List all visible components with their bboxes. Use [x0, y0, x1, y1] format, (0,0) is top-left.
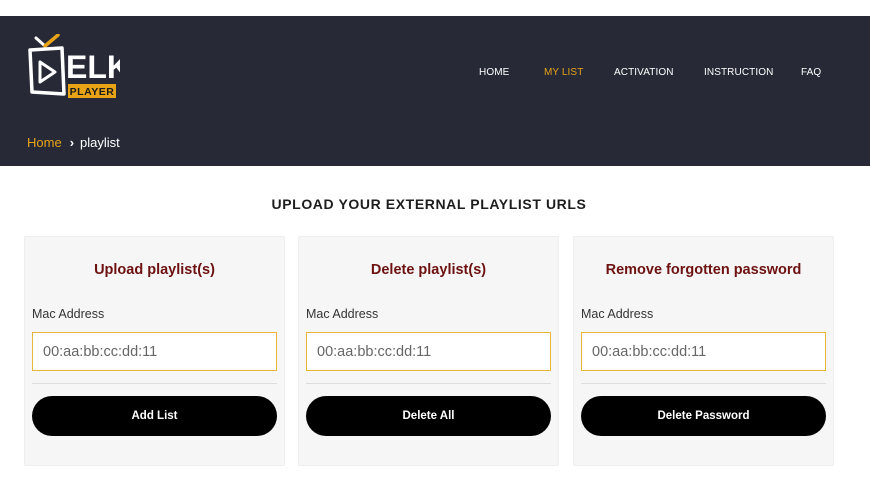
- mac-address-input[interactable]: [32, 332, 277, 371]
- nav-item-activation[interactable]: ACTIVATION: [614, 67, 674, 78]
- divider: [306, 383, 551, 384]
- remove-password-card: Remove forgotten password Mac Address De…: [573, 236, 834, 466]
- add-list-button[interactable]: Add List: [32, 396, 277, 436]
- divider: [581, 383, 826, 384]
- site-header: ELK PLAYER HOME MY LIST ACTIVATION INSTR…: [0, 16, 870, 166]
- delete-playlist-card: Delete playlist(s) Mac Address Delete Al…: [298, 236, 559, 466]
- mac-address-label: Mac Address: [32, 307, 105, 321]
- delete-password-button[interactable]: Delete Password: [581, 396, 826, 436]
- chevron-right-icon: ›: [69, 135, 75, 150]
- nav-item-faq[interactable]: FAQ: [801, 67, 821, 78]
- upload-playlist-card: Upload playlist(s) Mac Address Add List: [24, 236, 285, 466]
- card-title: Remove forgotten password: [605, 262, 802, 278]
- breadcrumb: Home › playlist: [27, 135, 120, 150]
- logo-badge-text: PLAYER: [70, 86, 115, 98]
- mac-address-input[interactable]: [581, 332, 826, 371]
- divider: [32, 383, 277, 384]
- main-nav: HOME MY LIST ACTIVATION INSTRUCTION FAQ: [0, 67, 870, 81]
- card-title: Upload playlist(s): [94, 262, 215, 278]
- nav-item-my-list[interactable]: MY LIST: [544, 67, 583, 78]
- section-title: UPLOAD YOUR EXTERNAL PLAYLIST URLS: [271, 196, 587, 212]
- mac-address-label: Mac Address: [306, 307, 379, 321]
- breadcrumb-current: playlist: [80, 135, 120, 150]
- nav-item-home[interactable]: HOME: [479, 67, 509, 78]
- breadcrumb-home-link[interactable]: Home: [27, 135, 62, 150]
- mac-address-input[interactable]: [306, 332, 551, 371]
- delete-all-button[interactable]: Delete All: [306, 396, 551, 436]
- mac-address-label: Mac Address: [581, 307, 654, 321]
- card-title: Delete playlist(s): [370, 262, 487, 278]
- nav-item-instruction[interactable]: INSTRUCTION: [704, 67, 773, 78]
